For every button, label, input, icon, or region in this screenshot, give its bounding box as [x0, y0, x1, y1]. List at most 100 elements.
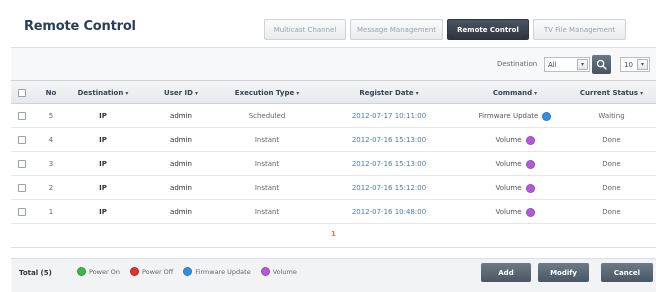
- select-all-checkbox-cell: [14, 81, 30, 105]
- row-checkbox-cell: [14, 104, 30, 128]
- command-dot-icon: [542, 111, 552, 121]
- cancel-button[interactable]: Cancel: [601, 263, 653, 282]
- tab-bar: Multicast Channel Message Management Rem…: [264, 19, 626, 40]
- row-checkbox-cell: [14, 128, 30, 152]
- cell-destination: IP: [99, 112, 107, 120]
- power-off-dot-icon: [129, 267, 139, 276]
- column-header-register-date[interactable]: Register Date ▾: [325, 81, 453, 105]
- column-header-current-status[interactable]: Current Status ▾: [567, 81, 656, 105]
- cell-execution-type: Instant: [254, 136, 280, 144]
- cell-execution-type: Scheduled: [248, 112, 286, 120]
- remote-control-panel: Remote Control Multicast Channel Message…: [0, 0, 656, 292]
- command-legend: Power On Power Off Firmware Update Volum…: [77, 267, 297, 276]
- page-size-select[interactable]: 10 ▾: [620, 57, 650, 72]
- table-row[interactable]: 2 IP admin Instant 2012-07-16 15:12:00 Volume…: [11, 176, 656, 200]
- page-title: Remote Control: [24, 19, 136, 34]
- modify-button[interactable]: Modify: [538, 263, 589, 282]
- search-icon: [596, 59, 607, 70]
- column-header-no: No: [45, 89, 57, 97]
- column-header-destination[interactable]: Destination ▾: [69, 81, 137, 105]
- cell-register-date[interactable]: 2012-07-17 10:11:00: [325, 104, 453, 128]
- column-header-execution-type[interactable]: Execution Type ▾: [219, 81, 315, 105]
- cell-user-id: admin: [170, 136, 192, 144]
- chevron-down-icon: ▾: [577, 59, 588, 70]
- total-count: Total (5): [19, 269, 52, 277]
- cell-destination: IP: [99, 208, 107, 216]
- table-row[interactable]: 5 IP admin Scheduled 2012-07-17 10:11:00 Firm…: [11, 104, 656, 128]
- cell-no: 2: [48, 184, 54, 192]
- cell-register-date[interactable]: 2012-07-16 15:13:00: [325, 128, 453, 152]
- sort-icon: ▾: [415, 89, 419, 97]
- cell-no: 4: [48, 136, 54, 144]
- cell-no: 5: [48, 112, 54, 120]
- row-checkbox[interactable]: [18, 184, 26, 192]
- table-body: 5 IP admin Scheduled 2012-07-17 10:11:00 Firm…: [11, 104, 656, 224]
- cell-current-status: Done: [602, 136, 621, 144]
- header: Remote Control Multicast Channel Message…: [0, 0, 656, 44]
- volume-dot-icon: [260, 267, 270, 276]
- cell-command: Volume: [467, 128, 563, 152]
- footer-bar: Total (5) Power On Power Off Firmware Up…: [11, 258, 656, 292]
- cell-user-id: admin: [170, 208, 192, 216]
- filter-bar: Destination All ▾ 10 ▾: [11, 47, 656, 80]
- tab-tv-file-management[interactable]: TV File Management: [533, 19, 626, 40]
- sort-icon: ▾: [194, 89, 198, 97]
- table-row[interactable]: 3 IP admin Instant 2012-07-16 15:13:00 Volume…: [11, 152, 656, 176]
- cell-destination: IP: [99, 184, 107, 192]
- page-number[interactable]: 1: [331, 230, 336, 238]
- table-row[interactable]: 4 IP admin Instant 2012-07-16 15:13:00 Volume…: [11, 128, 656, 152]
- cell-command: Volume: [467, 176, 563, 200]
- chevron-down-icon: ▾: [637, 59, 648, 70]
- sort-icon: ▾: [296, 89, 300, 97]
- row-checkbox[interactable]: [18, 160, 26, 168]
- row-checkbox[interactable]: [18, 112, 26, 120]
- add-button[interactable]: Add: [481, 263, 531, 282]
- cell-execution-type: Instant: [254, 160, 280, 168]
- column-header-user-id[interactable]: User ID ▾: [151, 81, 211, 105]
- tab-message-management[interactable]: Message Management: [350, 19, 443, 40]
- firmware-update-dot-icon: [183, 267, 193, 276]
- cell-user-id: admin: [170, 184, 192, 192]
- cell-no: 1: [48, 208, 54, 216]
- cell-destination: IP: [99, 136, 107, 144]
- sort-icon: ▾: [640, 89, 644, 97]
- cell-user-id: admin: [170, 160, 192, 168]
- destination-select[interactable]: All ▾: [544, 57, 590, 72]
- select-all-checkbox[interactable]: [18, 89, 26, 97]
- page-size-select-value: 10: [624, 60, 633, 69]
- cell-no: 3: [48, 160, 54, 168]
- cell-current-status: Waiting: [598, 112, 625, 120]
- legend-volume: Volume: [260, 267, 297, 276]
- column-header-command[interactable]: Command ▾: [467, 81, 563, 105]
- cell-current-status: Done: [602, 184, 621, 192]
- cell-register-date[interactable]: 2012-07-16 10:48:00: [325, 200, 453, 224]
- cell-current-status: Done: [602, 160, 621, 168]
- cell-user-id: admin: [170, 112, 192, 120]
- table-row[interactable]: 1 IP admin Instant 2012-07-16 10:48:00 Volume…: [11, 200, 656, 224]
- row-checkbox[interactable]: [18, 208, 26, 216]
- command-dot-icon: [525, 207, 535, 217]
- sort-icon: ▾: [125, 89, 129, 97]
- destination-filter-label: Destination: [497, 60, 538, 68]
- legend-power-off: Power Off: [129, 267, 173, 276]
- cell-execution-type: Instant: [254, 208, 280, 216]
- row-checkbox-cell: [14, 152, 30, 176]
- tab-remote-control[interactable]: Remote Control: [447, 19, 529, 40]
- row-checkbox-cell: [14, 200, 30, 224]
- cell-command: Volume: [467, 152, 563, 176]
- legend-firmware-update: Firmware Update: [183, 267, 251, 276]
- row-checkbox[interactable]: [18, 136, 26, 144]
- cell-register-date[interactable]: 2012-07-16 15:13:00: [325, 152, 453, 176]
- command-dot-icon: [525, 135, 535, 145]
- tab-multicast-channel[interactable]: Multicast Channel: [264, 19, 346, 40]
- search-button[interactable]: [592, 55, 611, 74]
- row-checkbox-cell: [14, 176, 30, 200]
- cell-register-date[interactable]: 2012-07-16 15:12:00: [325, 176, 453, 200]
- pagination: 1: [11, 224, 656, 248]
- cell-command: Firmware Update: [467, 104, 563, 128]
- cell-destination: IP: [99, 160, 107, 168]
- command-dot-icon: [525, 159, 535, 169]
- power-on-dot-icon: [77, 267, 86, 276]
- cell-command: Volume: [467, 200, 563, 224]
- cell-current-status: Done: [602, 208, 621, 216]
